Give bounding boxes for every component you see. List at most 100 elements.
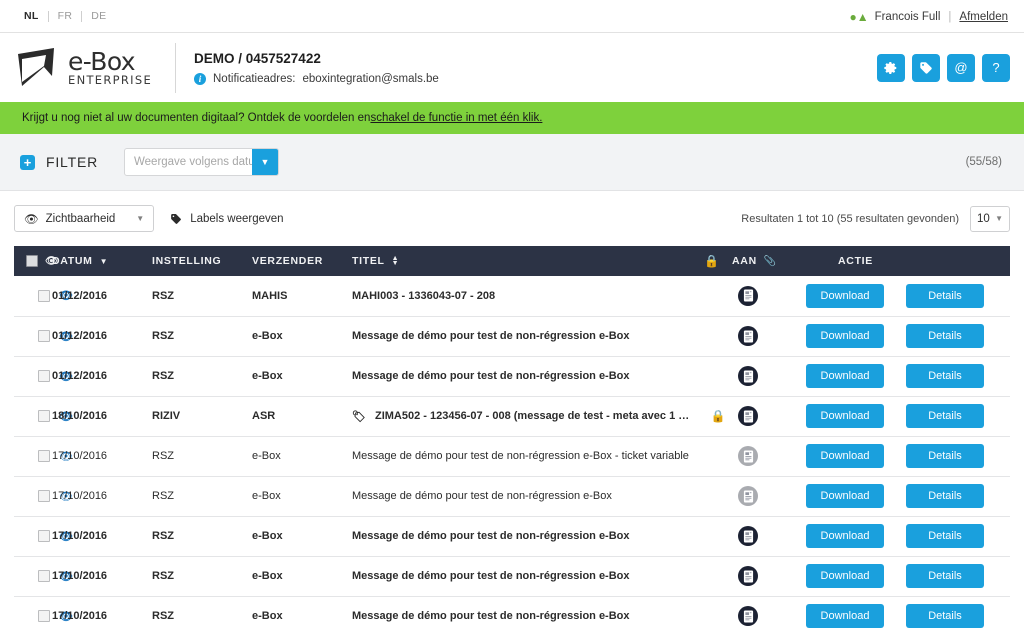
details-button[interactable]: Details (906, 404, 984, 428)
row-checkbox[interactable] (38, 570, 50, 582)
download-button[interactable]: Download (806, 324, 884, 348)
title-cell-inner: 🏷 ZIMA502 - 123456-07 - 008 (message de t… (352, 410, 704, 423)
document-title[interactable]: Message de démo pour test de non-régress… (352, 330, 630, 342)
header-aan: AAN 📎 (732, 246, 792, 276)
row-select-inner: 👁 (26, 490, 73, 503)
row-checkbox[interactable] (38, 410, 50, 422)
cell-lock: 🔒 (704, 396, 732, 437)
cell-institution: RSZ (152, 436, 252, 477)
details-button[interactable]: Details (906, 604, 984, 628)
download-button[interactable]: Download (806, 283, 884, 308)
download-button[interactable]: Download (806, 524, 884, 548)
download-button[interactable]: Download (806, 404, 884, 428)
show-labels-toggle[interactable]: Labels weergeven (170, 212, 284, 225)
document-status-icon[interactable] (738, 486, 758, 506)
notification-address-row: i Notificatieadres: eboxintegration@smal… (194, 72, 439, 85)
row-checkbox[interactable] (38, 530, 50, 542)
document-title[interactable]: Message de démo pour test de non-régress… (352, 570, 630, 582)
filter-count: (55/58) (965, 156, 1002, 168)
brand-logo[interactable]: e-Box ENTERPRISE (14, 46, 169, 90)
details-button[interactable]: Details (906, 324, 984, 348)
language-nl[interactable]: NL (14, 10, 48, 22)
cell-institution: RSZ (152, 556, 252, 597)
details-button[interactable]: Details (906, 444, 984, 468)
title-cell-inner: Message de démo pour test de non-régress… (352, 530, 704, 542)
info-icon[interactable]: i (194, 72, 206, 85)
document-status-icon[interactable] (738, 526, 758, 546)
document-status-icon[interactable] (738, 285, 758, 306)
header-sender[interactable]: VERZENDER (252, 246, 352, 276)
document-status-icon[interactable] (738, 606, 758, 626)
document-status-icon[interactable] (738, 366, 758, 386)
document-status-icon[interactable] (738, 326, 758, 346)
cell-actions: Download Details (792, 556, 1010, 597)
row-checkbox[interactable] (38, 610, 50, 622)
header-date[interactable]: DATUM ▼ (52, 246, 152, 276)
eye-icon: 👁 (24, 213, 39, 226)
details-button[interactable]: Details (906, 564, 984, 588)
chevron-down-icon[interactable]: ▼ (252, 149, 278, 175)
filter-bar: + FILTER Weergave volgens datum ▼ (55/58… (0, 134, 1024, 191)
download-button[interactable]: Download (806, 604, 884, 628)
cell-title: 🏷 ZIMA502 - 123456-07 - 008 (message de t… (352, 396, 704, 437)
toolbar-right: Resultaten 1 tot 10 (55 resultaten gevon… (741, 205, 1010, 232)
row-checkbox[interactable] (38, 330, 50, 342)
download-button[interactable]: Download (806, 364, 884, 388)
logout-link[interactable]: Afmelden (959, 11, 1008, 23)
language-de[interactable]: DE (82, 10, 115, 22)
row-checkbox[interactable] (38, 490, 50, 502)
cell-title: Message de démo pour test de non-régress… (352, 556, 704, 597)
details-button[interactable]: Details (906, 364, 984, 388)
cell-date: 17/10/2016 (52, 596, 152, 629)
mail-button[interactable]: @ (947, 53, 975, 82)
promo-link[interactable]: schakel de functie in met één klik. (370, 112, 542, 124)
row-select-inner: 👁 (26, 330, 73, 343)
view-mode-select[interactable]: Weergave volgens datum ▼ (124, 148, 279, 176)
download-button[interactable]: Download (806, 444, 884, 468)
header-title-inner: TITEL ▲ ▼ (352, 255, 704, 267)
header-title[interactable]: TITEL ▲ ▼ (352, 246, 704, 276)
help-button[interactable]: ? (982, 53, 1010, 82)
row-select-cell: 👁 (14, 396, 73, 437)
paperclip-icon: 📎 (763, 255, 778, 267)
document-title[interactable]: Message de démo pour test de non-régress… (352, 370, 630, 382)
page-size-select[interactable]: 10 ▼ (970, 205, 1010, 232)
document-title[interactable]: Message de démo pour test de non-régress… (352, 610, 630, 622)
cell-title: Message de démo pour test de non-régress… (352, 436, 704, 477)
details-button[interactable]: Details (906, 484, 984, 508)
select-all-checkbox[interactable] (26, 255, 38, 267)
row-checkbox[interactable] (38, 289, 50, 302)
table-row[interactable]: 👁 01/12/2016 RSZ e-Box Message de démo pour … (14, 356, 1010, 397)
filter-label[interactable]: FILTER (46, 154, 98, 170)
show-labels-label: Labels weergeven (190, 212, 284, 225)
table-row[interactable]: 👁 17/10/2016 RSZ e-Box Message de démo pour … (14, 516, 1010, 557)
visibility-select[interactable]: 👁 Zichtbaarheid ▼ (14, 205, 155, 232)
row-checkbox[interactable] (38, 450, 50, 462)
document-title[interactable]: MAHI003 - 1336043-07 - 208 (352, 290, 495, 302)
table-row[interactable]: 👁 17/10/2016 RSZ e-Box Message de démo pour … (14, 556, 1010, 597)
document-status-icon[interactable] (738, 566, 758, 586)
download-button[interactable]: Download (806, 484, 884, 508)
labels-button[interactable] (912, 53, 940, 82)
table-row[interactable]: 👁 01/12/2016 RSZ MAHIS MAHI003 - 1336043-07 … (14, 276, 1010, 317)
document-title[interactable]: Message de démo pour test de non-régress… (352, 530, 630, 542)
details-button[interactable]: Details (906, 283, 984, 308)
table-row[interactable]: 👁 01/12/2016 RSZ e-Box Message de démo pour … (14, 316, 1010, 357)
plus-icon[interactable]: + (20, 154, 35, 170)
table-row[interactable]: 👁 18/10/2016 RIZIV ASR 🏷 ZIMA502 - 123456-07 … (14, 396, 1010, 437)
document-status-icon[interactable] (738, 406, 758, 426)
table-row[interactable]: 👁 17/10/2016 RSZ e-Box Message de démo pour … (14, 596, 1010, 629)
row-checkbox[interactable] (38, 370, 50, 382)
table-row[interactable]: 👁 17/10/2016 RSZ e-Box Message de démo pour … (14, 476, 1010, 517)
table-row[interactable]: 👁 17/10/2016 RSZ e-Box Message de démo pour … (14, 436, 1010, 477)
organisation-title: DEMO / 0457527422 (194, 50, 321, 66)
document-status-icon[interactable] (738, 446, 758, 466)
download-button[interactable]: Download (806, 564, 884, 588)
document-title[interactable]: ZIMA502 - 123456-07 - 008 (message de te… (375, 410, 694, 422)
document-title[interactable]: Message de démo pour test de non-régress… (352, 450, 689, 462)
settings-button[interactable] (877, 53, 905, 82)
header-institution[interactable]: INSTELLING (152, 246, 252, 276)
language-fr[interactable]: FR (49, 10, 82, 22)
document-title[interactable]: Message de démo pour test de non-régress… (352, 490, 612, 502)
details-button[interactable]: Details (906, 524, 984, 548)
